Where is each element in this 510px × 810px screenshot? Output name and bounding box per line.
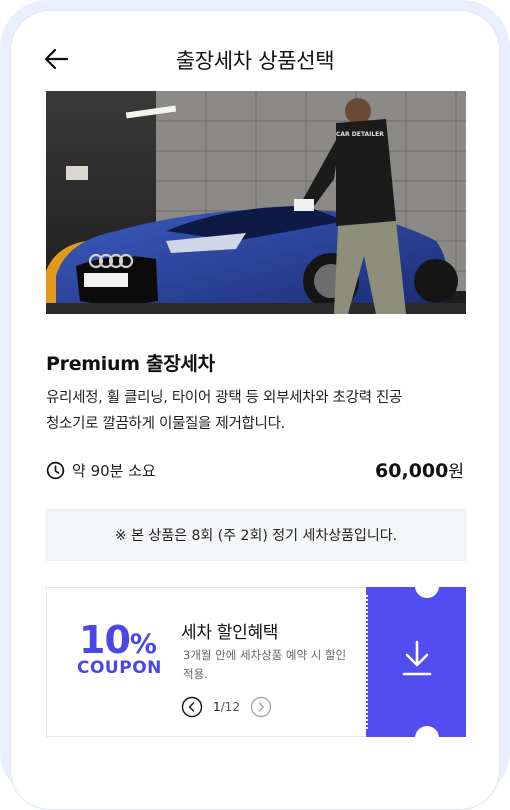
duration-text: 약 90분 소요: [72, 462, 156, 480]
product-price: 60,000원: [375, 457, 464, 482]
chevron-right-icon[interactable]: [250, 696, 272, 718]
price-unit: 원: [448, 462, 464, 482]
page-title: 출장세차 상품선택: [175, 49, 335, 73]
page-current: 1: [213, 700, 221, 714]
app-header: 출장세차 상품선택: [11, 39, 499, 79]
coupon-word: COUPON: [77, 658, 162, 678]
coupon-description: 3개월 안에 세차상품 예약 시 할인적용.: [183, 648, 347, 681]
coupon-perforation: [366, 595, 368, 729]
product-image: CAR DETAILER: [46, 91, 466, 314]
description-line-2: 청소기로 깔끔하게 이물질을 제거합니다.: [46, 416, 285, 432]
page-total: /12: [220, 700, 240, 714]
product-name: Premium 출장세차: [46, 353, 215, 375]
coupon-notch-top: [415, 574, 439, 598]
clock-icon: [46, 461, 65, 480]
price-value: 60,000: [375, 460, 449, 482]
coupon-pager: 1/12: [181, 696, 272, 718]
notice-text: ※ 본 상품은 8회 (주 2회) 정기 세차상품입니다.: [114, 528, 398, 544]
download-icon: [402, 640, 432, 676]
app-screen: 출장세차 상품선택 CAR DETAILER Premium 출장세차 유리세정…: [10, 10, 500, 810]
coupon-percent-value: 10: [79, 618, 131, 662]
coupon-download-button[interactable]: [366, 587, 466, 737]
coupon-body: 10% COUPON 세차 할인혜택 3개월 안에 세차상품 예약 시 할인적용…: [46, 587, 366, 737]
coupon-title: 세차 할인혜택: [181, 623, 279, 643]
coupon-notch-bottom: [415, 726, 439, 750]
coupon-percent: 10%: [79, 618, 157, 662]
description-line-1: 유리세정, 휠 클리닝, 타이어 광택 등 외부세차와 초강력 진공: [46, 390, 403, 406]
page-indicator: 1/12: [213, 700, 240, 714]
product-description: 유리세정, 휠 클리닝, 타이어 광택 등 외부세차와 초강력 진공 청소기로 …: [46, 385, 466, 437]
coupon-card: 10% COUPON 세차 할인혜택 3개월 안에 세차상품 예약 시 할인적용…: [46, 574, 466, 750]
svg-text:CAR DETAILER: CAR DETAILER: [336, 131, 384, 138]
coupon-percent-sign: %: [129, 629, 157, 660]
notice-box: ※ 본 상품은 8회 (주 2회) 정기 세차상품입니다.: [46, 509, 466, 561]
duration-info: 약 90분 소요: [46, 460, 156, 481]
chevron-left-icon[interactable]: [181, 696, 203, 718]
